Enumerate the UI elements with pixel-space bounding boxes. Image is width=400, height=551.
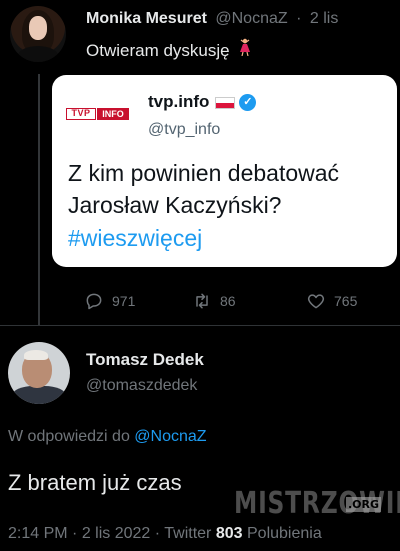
retweet-button[interactable]: 86	[192, 289, 236, 313]
retweet-count: 86	[220, 293, 236, 309]
quoted-author-handle[interactable]: @tvp_info	[148, 121, 220, 139]
tweet-text: Otwieram dyskusję	[86, 41, 230, 60]
divider	[0, 325, 400, 326]
quoted-author-name[interactable]: tvp.info	[148, 92, 209, 111]
like-count: 765	[334, 293, 358, 309]
author-handle[interactable]: @NocnaZ	[215, 10, 287, 27]
reply-author-handle[interactable]: @tomaszdedek	[86, 377, 197, 395]
watermark-suffix: .ORG	[346, 497, 382, 512]
retweet-icon	[196, 293, 208, 309]
original-tweet[interactable]: Monika Mesuret @NocnaZ · 2 lis Otwieram …	[0, 0, 400, 326]
likes-count[interactable]: 803	[216, 525, 243, 542]
like-button[interactable]: 765	[306, 289, 357, 313]
verified-icon: ✓	[239, 94, 257, 112]
reply-text: Z bratem już czas	[8, 470, 182, 495]
author-name[interactable]: Monika Mesuret	[86, 10, 207, 27]
reply-avatar[interactable]	[8, 342, 70, 404]
thread-line	[38, 74, 40, 326]
poland-flag-icon	[215, 96, 236, 109]
tweet-header: Monika Mesuret @NocnaZ · 2 lis	[86, 10, 338, 28]
reply-count: 971	[112, 293, 136, 309]
replying-mention-link[interactable]: @NocnaZ	[134, 428, 206, 445]
reply-icon	[86, 293, 102, 310]
tvp-info-logo: TVP INFO	[66, 105, 134, 123]
reply-time[interactable]: 2:14 PM	[8, 525, 68, 542]
dancer-emoji-icon	[238, 38, 252, 61]
quoted-text: Z kim powinien debatować Jarosław Kaczyń…	[68, 160, 340, 218]
meta-separator: ·	[296, 10, 302, 27]
reply-button[interactable]: 971	[84, 289, 135, 313]
tweet-actions: 971 86 765	[84, 289, 394, 313]
avatar[interactable]	[10, 6, 66, 62]
footer-separator: ·	[154, 525, 161, 542]
quoted-author-row: tvp.info ✓	[148, 92, 257, 112]
reply-source: Twitter	[164, 525, 212, 542]
reply-date[interactable]: 2 lis 2022	[82, 525, 151, 542]
logo-info-text: INFO	[97, 108, 129, 120]
footer-separator: ·	[72, 525, 78, 542]
quoted-tweet-card[interactable]: TVP INFO tvp.info ✓ @tvp_info Z kim powin…	[52, 75, 397, 267]
tweet-time[interactable]: 2 lis	[310, 10, 338, 27]
tweet-text-row: Otwieram dyskusję	[86, 38, 252, 61]
hashtag-link[interactable]: #wieszwięcej	[68, 225, 202, 252]
heart-icon	[307, 294, 325, 309]
reply-author-name[interactable]: Tomasz Dedek	[86, 350, 204, 370]
replying-prefix: W odpowiedzi do	[8, 428, 130, 445]
reply-footer: 2:14 PM · 2 lis 2022 · Twitter 803 Polub…	[8, 525, 322, 543]
logo-tvp-text: TVP	[66, 108, 96, 120]
likes-label[interactable]: Polubienia	[247, 525, 322, 542]
replying-to: W odpowiedzi do @NocnaZ	[8, 428, 207, 446]
